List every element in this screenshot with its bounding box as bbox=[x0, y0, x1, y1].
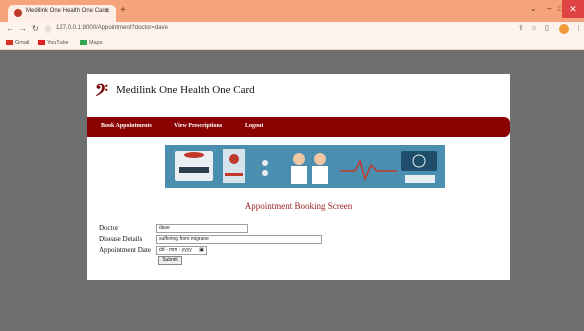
address-bar[interactable]: 127.0.0.1:8000/Appointment?doctor=dave bbox=[56, 25, 168, 31]
main-nav: Book Appointments View Prescriptions Log… bbox=[87, 117, 510, 137]
page-card: 𝄢 Medilink One Health One Card Book Appo… bbox=[87, 74, 510, 280]
back-icon[interactable]: ← bbox=[6, 24, 14, 33]
site-favicon-icon bbox=[14, 9, 22, 17]
brand-title: Medilink One Health One Card bbox=[116, 84, 255, 96]
window-close-icon[interactable]: ✕ bbox=[562, 0, 584, 18]
tab-title: Medilink One Health One Card bbox=[26, 8, 108, 14]
doctor-label: Doctor bbox=[99, 224, 119, 232]
site-info-icon[interactable]: ⓘ bbox=[45, 25, 51, 34]
menu-icon[interactable]: ⋮ bbox=[575, 24, 582, 32]
disease-label: Disease Details bbox=[99, 235, 143, 243]
bookmark-label: Gmail bbox=[15, 40, 30, 46]
bookmark-youtube[interactable]: YouTube bbox=[38, 40, 69, 46]
bookmark-maps[interactable]: Maps bbox=[80, 40, 102, 46]
bookmark-gmail[interactable]: Gmail bbox=[6, 40, 29, 46]
profile-avatar[interactable] bbox=[559, 24, 569, 34]
share-icon[interactable]: ⇪ bbox=[518, 24, 524, 32]
forward-icon[interactable]: → bbox=[19, 24, 27, 33]
new-tab-icon[interactable]: + bbox=[120, 6, 126, 16]
nav-logout[interactable]: Logout bbox=[245, 123, 263, 129]
medical-banner-image bbox=[165, 145, 445, 188]
appointment-date-label: Appointment Date bbox=[99, 246, 151, 254]
bookmark-label: YouTube bbox=[47, 40, 69, 46]
calendar-icon[interactable]: ▣ bbox=[199, 247, 204, 254]
medilink-logo-icon: 𝄢 bbox=[95, 82, 108, 104]
bookmarks-bar: Gmail YouTube Maps bbox=[0, 37, 584, 50]
doctor-field[interactable]: dave bbox=[156, 224, 248, 233]
youtube-icon bbox=[38, 40, 45, 45]
tab-bar: Medilink One Health One Card ✕ + ⌄ – □ ✕ bbox=[0, 0, 584, 22]
reload-icon[interactable]: ↻ bbox=[32, 24, 39, 33]
submit-button[interactable]: Submit bbox=[158, 256, 182, 265]
browser-toolbar: ← → ↻ ⓘ 127.0.0.1:8000/Appointment?docto… bbox=[0, 22, 584, 37]
tab-search-icon[interactable]: ⌄ bbox=[530, 4, 537, 13]
disease-details-field[interactable]: suffering from migrane bbox=[156, 235, 322, 244]
browser-tab[interactable]: Medilink One Health One Card ✕ bbox=[8, 5, 116, 22]
page-heading: Appointment Booking Screen bbox=[244, 201, 353, 211]
date-placeholder: dd - mm - yyyy bbox=[159, 247, 192, 253]
bookmark-star-icon[interactable]: ☆ bbox=[531, 24, 537, 32]
maps-icon bbox=[80, 40, 87, 45]
close-tab-icon[interactable]: ✕ bbox=[104, 7, 110, 15]
appointment-date-field[interactable]: dd - mm - yyyy ▣ bbox=[156, 246, 207, 255]
bookmark-label: Maps bbox=[89, 40, 103, 46]
sidepanel-icon[interactable]: ▯ bbox=[545, 24, 549, 32]
nav-view-prescriptions[interactable]: View Prescriptions bbox=[174, 123, 222, 129]
minimize-icon[interactable]: – bbox=[547, 4, 551, 13]
gmail-icon bbox=[6, 40, 13, 45]
nav-book-appointments[interactable]: Book Appointments bbox=[101, 123, 152, 129]
